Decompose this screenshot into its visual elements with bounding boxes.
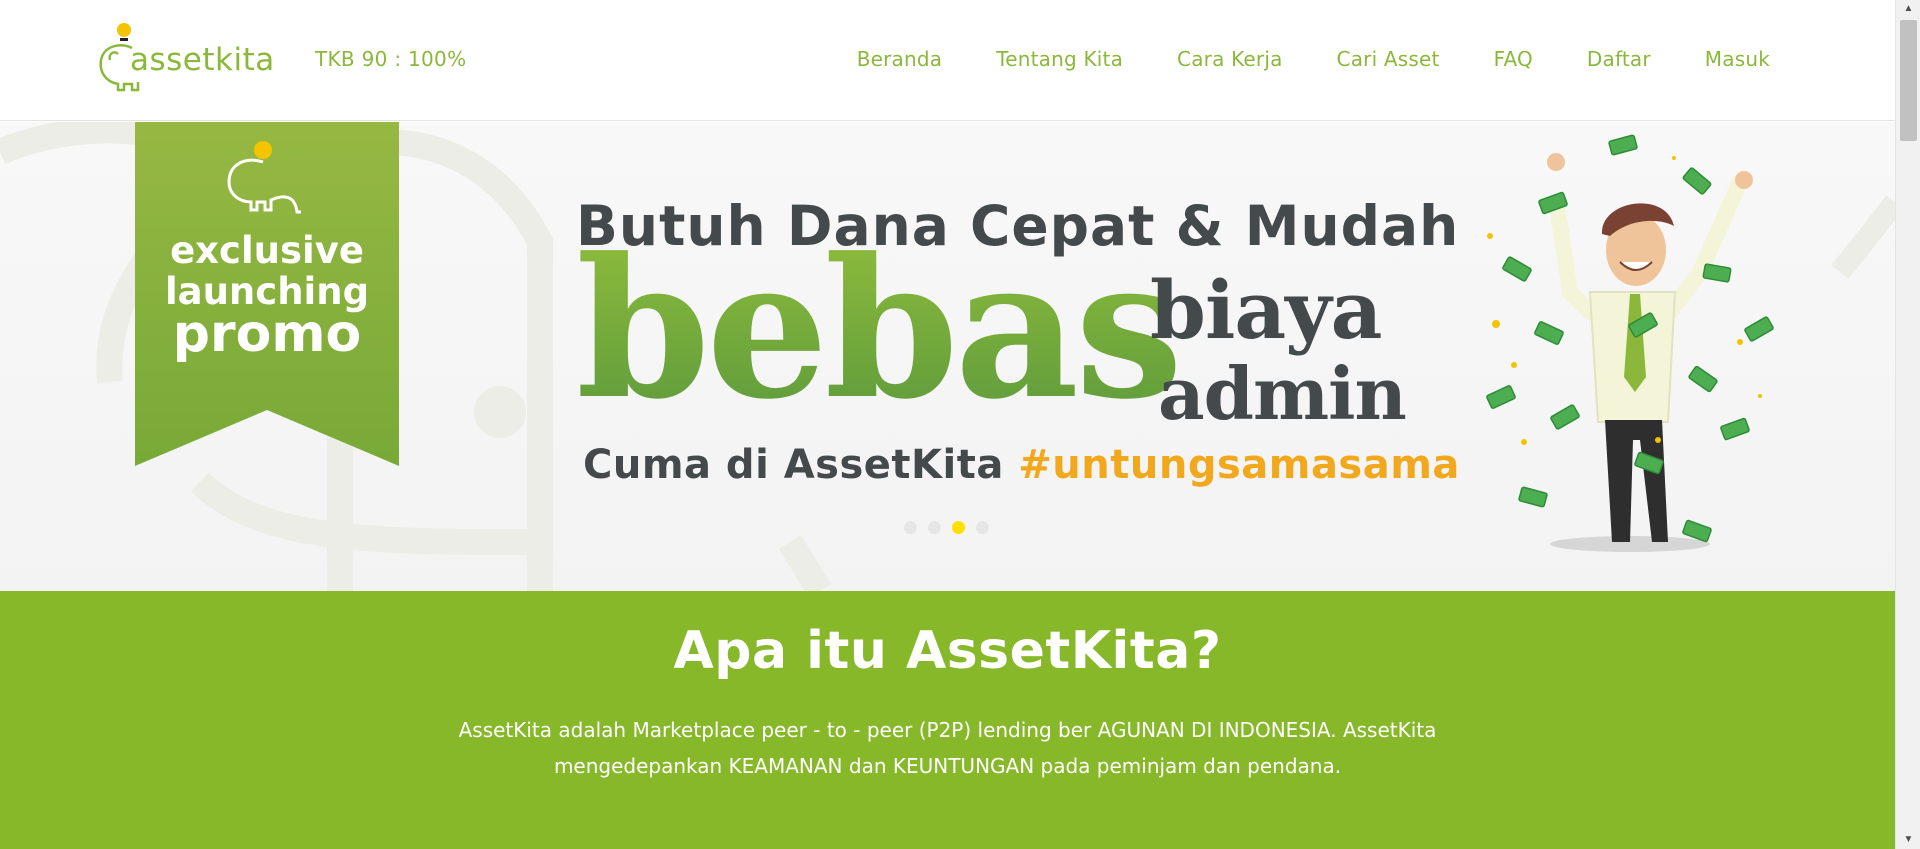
- tagline-main: Cuma di AssetKita: [583, 442, 1019, 488]
- ribbon-line-promo: promo: [172, 304, 362, 364]
- slider-dot-2[interactable]: [928, 521, 941, 534]
- hero-side-word-admin: admin: [1158, 351, 1407, 436]
- scroll-thumb[interactable]: [1900, 20, 1917, 141]
- about-description-line-2: mengedepankan KEAMANAN dan KEUNTUNGAN pa…: [553, 754, 1342, 778]
- hero-side-word-biaya: biaya: [1150, 263, 1382, 357]
- nav-item-beranda[interactable]: Beranda: [857, 47, 943, 71]
- slider-dot-4[interactable]: [976, 521, 989, 534]
- nav-item-daftar[interactable]: Daftar: [1587, 47, 1651, 71]
- slider-dot-3[interactable]: [952, 521, 965, 534]
- happy-man-money-illustration: [1486, 134, 1774, 552]
- scroll-down-arrow-icon[interactable]: ▼: [1896, 831, 1920, 849]
- about-section: Apa itu AssetKita? AssetKita adalah Mark…: [0, 591, 1895, 849]
- slider-dots: [904, 521, 989, 534]
- nav-item-tentang-kita[interactable]: Tentang Kita: [996, 47, 1123, 71]
- hero-tagline: Cuma di AssetKita #untungsamasama: [583, 442, 1460, 488]
- main-nav: Beranda Tentang Kita Cara Kerja Cari Ass…: [857, 47, 1770, 71]
- ribbon-line-exclusive: exclusive: [170, 229, 364, 272]
- site-header: assetkita TKB 90 : 100% Beranda Tentang …: [0, 0, 1895, 121]
- hero-slider[interactable]: exclusive launching promo Butuh Dana Cep…: [0, 122, 1895, 591]
- logo-wordmark: assetkita: [130, 42, 275, 78]
- nav-item-masuk[interactable]: Masuk: [1705, 47, 1770, 71]
- tagline-hashtag: #untungsamasama: [1018, 442, 1460, 488]
- about-title: Apa itu AssetKita?: [673, 621, 1222, 681]
- about-description: AssetKita adalah Marketplace peer - to -…: [420, 712, 1475, 784]
- hero-big-word: bebas: [576, 217, 1183, 442]
- page-scrollbar[interactable]: ▲ ▼: [1895, 0, 1920, 849]
- scroll-up-arrow-icon[interactable]: ▲: [1896, 0, 1920, 18]
- nav-item-cari-asset[interactable]: Cari Asset: [1337, 47, 1440, 71]
- brand-logo[interactable]: assetkita: [90, 20, 290, 92]
- nav-item-faq[interactable]: FAQ: [1494, 47, 1533, 71]
- nav-item-cara-kerja[interactable]: Cara Kerja: [1177, 47, 1283, 71]
- slider-dot-1[interactable]: [904, 521, 917, 534]
- tkb-indicator: TKB 90 : 100%: [315, 47, 467, 71]
- about-description-line-1: AssetKita adalah Marketplace peer - to -…: [458, 718, 1437, 742]
